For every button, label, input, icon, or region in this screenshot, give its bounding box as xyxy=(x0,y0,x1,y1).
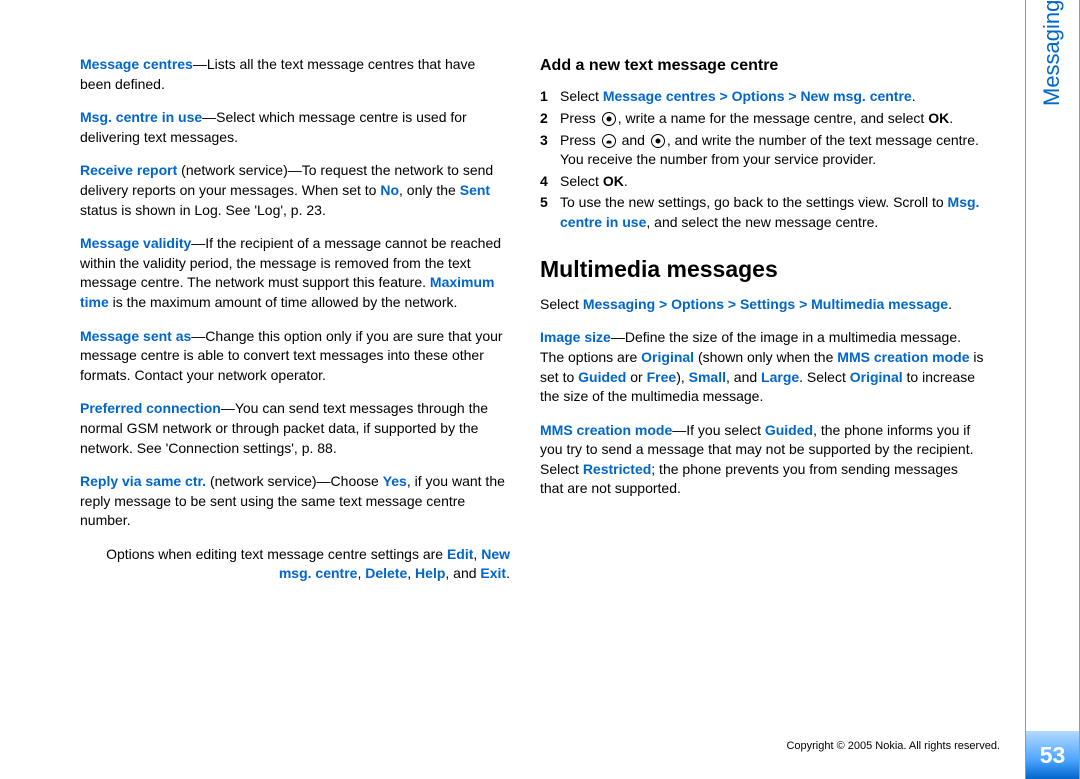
para-message-validity: Message validity—If the recipient of a m… xyxy=(80,234,510,312)
copyright-text: Copyright © 2005 Nokia. All rights reser… xyxy=(786,739,1000,754)
para-reply-via-same-ctr: Reply via same ctr. (network service)—Ch… xyxy=(80,472,510,531)
para-receive-report: Receive report (network service)—To requ… xyxy=(80,161,510,220)
para-image-size: Image size—Define the size of the image … xyxy=(540,328,985,406)
left-column: Message centres—Lists all the text messa… xyxy=(80,55,540,779)
term: Message sent as xyxy=(80,328,191,344)
term: MMS creation mode xyxy=(540,422,672,438)
list-item: 3Press and , and write the number of the… xyxy=(540,131,985,170)
list-item: 4Select OK. xyxy=(540,172,985,192)
term: Reply via same ctr. xyxy=(80,473,206,489)
term: Message centres xyxy=(80,56,193,72)
right-column: Add a new text message centre 1Select Me… xyxy=(540,55,1015,779)
term: Message validity xyxy=(80,235,191,251)
options-note: Options when editing text message centre… xyxy=(80,545,510,584)
term: Image size xyxy=(540,329,611,345)
para-mms-intro: Select Messaging > Options > Settings > … xyxy=(540,295,985,315)
heading-add-text-message-centre: Add a new text message centre xyxy=(540,55,985,77)
nav-select-icon xyxy=(651,134,665,148)
list-item: 1Select Message centres > Options > New … xyxy=(540,87,985,107)
para-msg-centre-in-use: Msg. centre in use—Select which message … xyxy=(80,108,510,147)
para-mms-creation-mode: MMS creation mode—If you select Guided, … xyxy=(540,421,985,499)
page-content: Message centres—Lists all the text messa… xyxy=(0,0,1080,779)
para-preferred-connection: Preferred connection—You can send text m… xyxy=(80,399,510,458)
term: Preferred connection xyxy=(80,400,221,416)
heading-multimedia-messages: Multimedia messages xyxy=(540,253,985,285)
sidebar-tab: Messaging 53 xyxy=(1025,0,1080,779)
term: Msg. centre in use xyxy=(80,109,202,125)
nav-down-icon xyxy=(602,134,616,148)
term: Receive report xyxy=(80,162,177,178)
nav-select-icon xyxy=(602,112,616,126)
para-message-sent-as: Message sent as—Change this option only … xyxy=(80,327,510,386)
list-item: 2Press , write a name for the message ce… xyxy=(540,109,985,129)
page-number: 53 xyxy=(1040,739,1066,771)
para-message-centres: Message centres—Lists all the text messa… xyxy=(80,55,510,94)
numbered-list: 1Select Message centres > Options > New … xyxy=(540,87,985,232)
list-item: 5To use the new settings, go back to the… xyxy=(540,193,985,232)
page-number-box: 53 xyxy=(1026,731,1079,779)
section-label: Messaging xyxy=(1037,0,1068,731)
